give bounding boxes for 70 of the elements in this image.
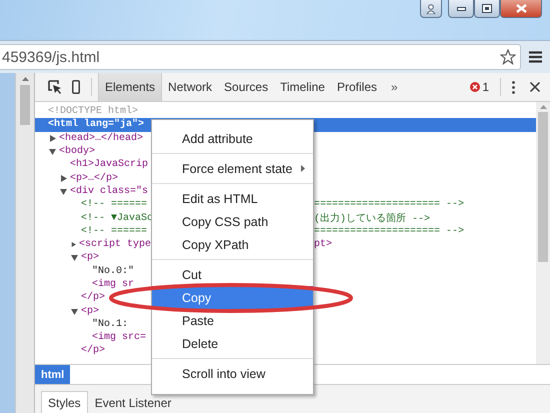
scroll-thumb[interactable] (538, 112, 548, 262)
sidebar-tab[interactable]: Event Listener (88, 391, 178, 413)
menu-item[interactable]: Scroll into view (152, 362, 313, 385)
collapsed-triangle-icon[interactable] (60, 174, 67, 182)
page-scrollbar[interactable] (15, 73, 34, 413)
maximize-button[interactable] (474, 0, 500, 18)
dom-scrollbar[interactable] (536, 102, 550, 364)
close-window-button[interactable] (500, 0, 542, 18)
close-icon (530, 82, 540, 92)
menu-item[interactable]: Paste (152, 309, 313, 332)
close-icon (516, 4, 526, 13)
expanded-triangle-icon[interactable] (71, 308, 78, 315)
dom-node-text[interactable]: <!-- ====== (81, 199, 148, 210)
star-icon[interactable] (500, 49, 516, 65)
menu-item[interactable]: Add attribute (152, 127, 313, 150)
dom-node-text[interactable]: <img sr (92, 279, 134, 290)
minimize-icon (456, 6, 466, 10)
menu-item[interactable]: Copy CSS path (152, 210, 313, 233)
url-text: 459369/js.html (2, 48, 100, 66)
menu-item[interactable]: Force element state (152, 157, 313, 180)
dom-node-text[interactable]: "No.0:" (92, 266, 134, 277)
dom-node-text[interactable]: </p> (81, 292, 106, 304)
collapsed-triangle-icon[interactable] (71, 241, 76, 248)
menu-item[interactable]: Delete (152, 332, 313, 355)
dom-node-text: ===================== --> (314, 226, 464, 237)
dom-node-text: ===================== --> (314, 199, 464, 210)
menu-item[interactable]: Edit as HTML (152, 187, 313, 210)
dom-node-text[interactable]: <img src= (92, 332, 146, 344)
user-icon (426, 4, 436, 14)
address-bar[interactable]: 459369/js.html (0, 44, 521, 70)
collapsed-triangle-icon[interactable] (49, 134, 56, 142)
panel-tab[interactable]: Network (162, 73, 218, 101)
cursor-icon (48, 80, 62, 94)
expanded-triangle-icon[interactable] (60, 188, 67, 195)
sidebar-tab[interactable]: Styles (41, 391, 88, 413)
dom-node-text[interactable]: <p> (81, 306, 100, 317)
menu-item[interactable]: Cut (152, 263, 313, 286)
dom-node-text[interactable]: <h1>JavaScrip (70, 159, 148, 170)
dom-node-text[interactable]: <head>…</head> (59, 132, 144, 144)
menu-icon[interactable] (529, 51, 542, 63)
dom-node-text[interactable]: </p> (81, 345, 106, 356)
phone-icon (72, 80, 80, 94)
dom-node-text[interactable]: <body> (59, 146, 96, 158)
dom-node-text[interactable]: <p> (81, 252, 100, 264)
expanded-triangle-icon[interactable] (71, 254, 78, 262)
dom-node-text[interactable]: <html lang="ja"> (48, 119, 144, 130)
dom-node-text: pt> (314, 239, 332, 250)
minimize-button[interactable] (448, 0, 474, 18)
error-counter[interactable]: 1 (465, 73, 494, 101)
error-icon (470, 82, 480, 92)
dom-node-text[interactable]: "No.1: (92, 318, 128, 330)
dom-node-text[interactable]: <!-- ▼JavaSc (81, 212, 154, 224)
scroll-up-icon[interactable] (22, 77, 28, 81)
scroll-thumb[interactable] (20, 85, 30, 125)
dom-node-text[interactable]: <p>…</p> (70, 172, 118, 184)
dom-node-text: (出力)している箇所 --> (314, 214, 430, 226)
dom-node-text[interactable]: <div class="s (70, 186, 148, 197)
menu-item[interactable]: Copy XPath (152, 233, 313, 256)
expanded-triangle-icon[interactable] (49, 148, 56, 156)
panel-tab[interactable]: Timeline (274, 73, 331, 101)
panel-tab[interactable]: Elements (98, 73, 162, 101)
kebab-icon (512, 80, 515, 94)
panel-tab[interactable]: Profiles (330, 73, 383, 101)
dom-node-text[interactable]: <script type (78, 239, 151, 250)
panel-tab[interactable]: Sources (218, 73, 274, 101)
more-tabs-button[interactable]: » (383, 80, 406, 94)
breadcrumb-item[interactable]: html (35, 365, 70, 384)
dom-node-text[interactable]: <!-- ====== (81, 226, 148, 237)
maximize-icon (482, 4, 492, 13)
profile-button[interactable] (420, 0, 442, 18)
